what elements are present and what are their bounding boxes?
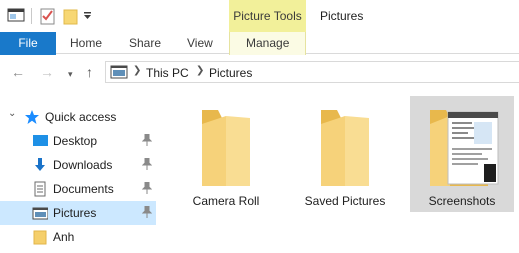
back-arrow-icon[interactable]: ← (11, 64, 25, 80)
tab-file[interactable]: File (0, 32, 56, 55)
nav-item-pictures[interactable]: Pictures (0, 201, 156, 225)
folder-label-screenshots: Screenshots (428, 194, 496, 208)
nav-item-anh[interactable]: Anh (0, 225, 156, 249)
pin-icon[interactable] (142, 158, 152, 170)
contextual-group-label: Picture Tools (233, 9, 302, 23)
nav-item-documents[interactable]: Documents (0, 177, 156, 201)
properties-icon[interactable] (40, 7, 56, 25)
folder-icon (33, 230, 47, 245)
folder-item-camera-roll[interactable]: Camera Roll (178, 96, 274, 212)
breadcrumb-pictures[interactable]: Pictures (209, 66, 252, 80)
tab-home[interactable]: Home (70, 36, 102, 50)
nav-label-documents: Documents (53, 182, 114, 196)
folder-icon (202, 110, 250, 186)
folder-item-saved-pictures[interactable]: Saved Pictures (297, 96, 393, 212)
nav-label-anh: Anh (53, 230, 75, 244)
tab-view[interactable]: View (187, 36, 213, 50)
breadcrumb-separator-icon[interactable]: ❯ (133, 65, 141, 76)
qat-separator (31, 8, 32, 24)
nav-label-quick-access: Quick access (45, 110, 117, 124)
forward-arrow-icon[interactable]: → (40, 64, 54, 80)
recent-locations-chevron-icon[interactable]: ▾ (68, 66, 73, 82)
download-icon (35, 158, 45, 171)
tab-manage[interactable]: Manage (246, 36, 289, 50)
nav-label-desktop: Desktop (53, 134, 98, 148)
folder-label-saved-pictures: Saved Pictures (304, 194, 386, 208)
breadcrumb-separator-icon[interactable]: ❯ (196, 65, 204, 76)
folder-icon (321, 110, 369, 186)
navigation-pane: ⌄ Quick access Desktop Downloads Documen… (0, 97, 158, 253)
customize-qat-icon[interactable] (83, 11, 93, 21)
pin-icon[interactable] (142, 134, 152, 146)
pictures-icon (32, 207, 48, 220)
nav-item-downloads[interactable]: Downloads (0, 153, 156, 177)
pin-icon[interactable] (142, 182, 152, 194)
nav-item-quick-access[interactable]: ⌄ Quick access (0, 105, 156, 129)
tab-share[interactable]: Share (129, 36, 161, 50)
desktop-icon (33, 135, 48, 146)
star-icon (25, 110, 39, 124)
documents-icon (34, 181, 46, 197)
folder-item-screenshots[interactable]: Screenshots (410, 96, 514, 212)
nav-item-desktop[interactable]: Desktop (0, 129, 156, 153)
folder-with-preview-icon (430, 110, 499, 186)
nav-label-pictures: Pictures (53, 206, 97, 220)
explorer-window-icon[interactable] (7, 7, 25, 23)
expand-chevron-icon[interactable]: ⌄ (8, 108, 16, 119)
breadcrumb-this-pc[interactable]: This PC (146, 66, 189, 80)
window-title: Pictures (320, 9, 364, 23)
folder-label-camera-roll: Camera Roll (192, 194, 260, 208)
nav-label-downloads: Downloads (53, 158, 113, 172)
pin-icon[interactable] (142, 206, 152, 218)
pictures-folder-small-icon (110, 65, 128, 79)
new-folder-icon[interactable] (63, 7, 79, 25)
up-arrow-icon[interactable]: ↑ (86, 64, 93, 80)
